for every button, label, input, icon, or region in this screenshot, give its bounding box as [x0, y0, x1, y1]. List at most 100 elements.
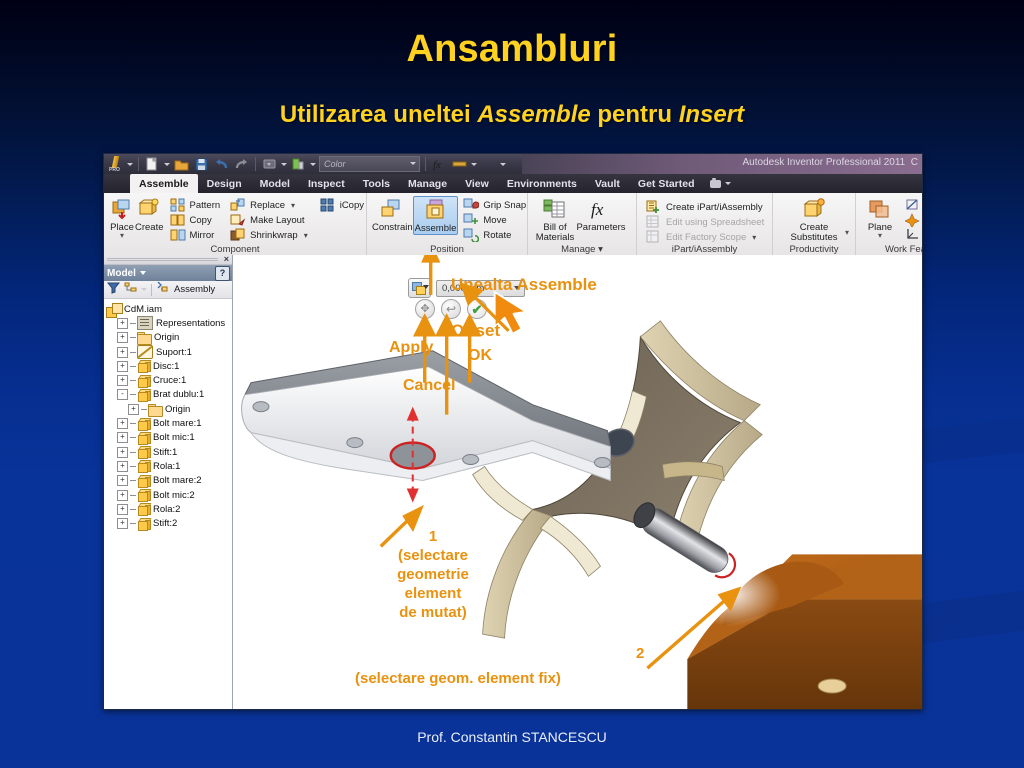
browser-grip[interactable]: × [104, 255, 232, 265]
constrain-button[interactable]: Constrain [372, 196, 413, 233]
tab-assemble[interactable]: Assemble [130, 174, 198, 193]
tree-expander[interactable]: + [117, 460, 128, 472]
replace-button[interactable]: Replace ▾ [228, 198, 310, 213]
icopy-button[interactable]: iCopy [318, 198, 366, 213]
place-component-button[interactable]: Place ▾ [109, 196, 135, 240]
new-chevron-down-icon[interactable] [164, 162, 170, 166]
rotate-button[interactable]: Rotate [461, 228, 528, 243]
close-icon[interactable]: × [224, 255, 229, 264]
tree-node[interactable]: + Disc:1 [106, 359, 232, 374]
grip-snap-button[interactable]: Grip Snap [461, 198, 528, 213]
tree-expander[interactable]: + [117, 489, 128, 501]
assemble-mini-icon[interactable] [408, 278, 431, 298]
color-chevron-down-icon[interactable] [410, 162, 416, 165]
app-menu-chevron-down-icon[interactable] [127, 162, 133, 166]
replace-chevron-down-icon[interactable]: ▾ [291, 201, 295, 210]
tree-node[interactable]: + Bolt mare:2 [106, 474, 232, 488]
tree-node[interactable]: + Suport:1 [106, 345, 232, 360]
tree-expander[interactable]: + [117, 332, 128, 344]
tab-environments[interactable]: Environments [498, 174, 586, 193]
mirror-button[interactable]: Mirror [168, 228, 223, 243]
tree-expander[interactable]: + [117, 518, 128, 530]
appearance-icon[interactable] [290, 156, 307, 172]
assemble-button[interactable]: Assemble [412, 196, 459, 235]
material-chevron-down-icon[interactable] [471, 162, 477, 166]
qat-customize-chevron-down-icon[interactable] [500, 162, 506, 166]
tab-model[interactable]: Model [251, 174, 299, 193]
cancel-button[interactable]: ↩ [441, 299, 461, 319]
graphics-canvas[interactable]: 0,000 mm ✥ ↩ ✔ Unealta Assemble Offset A… [233, 255, 922, 709]
place-chevron-down-icon[interactable]: ▾ [120, 232, 124, 240]
bill-of-materials-button[interactable]: Bill of Materials [533, 196, 577, 243]
tree-node[interactable]: - Brat dublu:1 [106, 388, 232, 402]
pattern-button[interactable]: Pattern [168, 198, 223, 213]
tree-node[interactable]: + Rola:2 [106, 502, 232, 517]
create-ipart-button[interactable]: Create iPart/iAssembly [644, 200, 766, 215]
work-plane-button[interactable]: Plane ▾ [861, 196, 899, 240]
tree-node[interactable]: + Bolt mare:1 [106, 416, 232, 431]
parameters-fx-icon[interactable]: fx [431, 156, 448, 172]
make-layout-button[interactable]: Make Layout [228, 213, 310, 228]
manage-panel-chevron-down-icon[interactable]: ▾ [598, 244, 603, 255]
help-icon[interactable]: ? [215, 266, 230, 281]
work-point-button[interactable]: Point ▾ [903, 212, 922, 229]
tab-get-started[interactable]: Get Started [629, 174, 704, 193]
tree-expander[interactable]: + [117, 446, 128, 458]
select-icon[interactable] [261, 156, 278, 172]
tree-expander[interactable]: + [117, 418, 128, 430]
assembly-view-icon[interactable] [156, 281, 170, 299]
save-icon[interactable] [193, 156, 210, 172]
tree-node[interactable]: + Rola:1 [106, 459, 232, 474]
ok-button[interactable]: ✔ [467, 299, 487, 319]
ucs-button[interactable]: UCS [903, 228, 922, 243]
browser-view-chevron-down-icon[interactable] [141, 288, 147, 291]
qat-more-icon[interactable] [480, 156, 497, 172]
shrinkwrap-chevron-down-icon[interactable]: ▾ [304, 231, 308, 240]
browser-view-icon[interactable] [124, 281, 137, 299]
open-icon[interactable] [173, 156, 190, 172]
tree-node[interactable]: + Cruce:1 [106, 373, 232, 388]
tree-expander[interactable]: + [117, 346, 128, 358]
tree-node[interactable]: + Bolt mic:1 [106, 431, 232, 445]
new-icon[interactable] [144, 156, 161, 172]
apply-button[interactable]: ✥ [415, 299, 435, 319]
tab-view[interactable]: View [456, 174, 498, 193]
filter-icon[interactable] [106, 281, 121, 299]
camera-chevron-down-icon[interactable] [724, 182, 731, 185]
tree-node[interactable]: CdM.iam [106, 302, 232, 318]
tree-node[interactable]: + Stift:1 [106, 445, 232, 460]
tree-expander[interactable]: + [117, 503, 128, 515]
create-substitutes-button[interactable]: Create Substitutes [783, 196, 845, 243]
tree-expander[interactable]: + [117, 375, 128, 387]
tab-inspect[interactable]: Inspect [299, 174, 354, 193]
tab-views-camera[interactable] [704, 174, 737, 193]
material-icon[interactable] [451, 156, 468, 172]
tree-node[interactable]: + Stift:2 [106, 516, 232, 531]
tree-node[interactable]: + Representations [106, 316, 232, 331]
create-component-button[interactable]: Create [135, 196, 164, 233]
tab-vault[interactable]: Vault [586, 174, 629, 193]
shrinkwrap-button[interactable]: Shrinkwrap ▾ [228, 228, 310, 243]
select-chevron-down-icon[interactable] [281, 162, 287, 166]
tab-tools[interactable]: Tools [354, 174, 399, 193]
tree-node[interactable]: + Bolt mic:2 [106, 488, 232, 502]
tab-manage[interactable]: Manage [399, 174, 456, 193]
tree-expander[interactable]: - [117, 389, 128, 401]
create-substitutes-chevron-down-icon[interactable]: ▾ [845, 228, 849, 237]
undo-icon[interactable] [213, 156, 230, 172]
tree-expander[interactable]: + [117, 432, 128, 444]
work-plane-chevron-down-icon[interactable]: ▾ [878, 232, 882, 240]
color-input[interactable]: Color [319, 156, 420, 172]
copy-button[interactable]: Copy [168, 213, 223, 228]
tree-expander[interactable]: + [117, 475, 128, 487]
move-button[interactable]: Move [461, 213, 528, 228]
tree-expander[interactable]: + [117, 317, 128, 329]
tree-node[interactable]: + Origin [106, 402, 232, 417]
tree-expander[interactable]: + [117, 360, 128, 372]
tab-design[interactable]: Design [198, 174, 251, 193]
parameters-button[interactable]: fx Parameters [576, 196, 625, 233]
work-axis-button[interactable]: Axis ▾ [903, 198, 922, 213]
browser-chevron-down-icon[interactable] [139, 271, 146, 275]
tree-node[interactable]: + Origin [106, 331, 232, 346]
appearance-chevron-down-icon[interactable] [310, 162, 316, 166]
